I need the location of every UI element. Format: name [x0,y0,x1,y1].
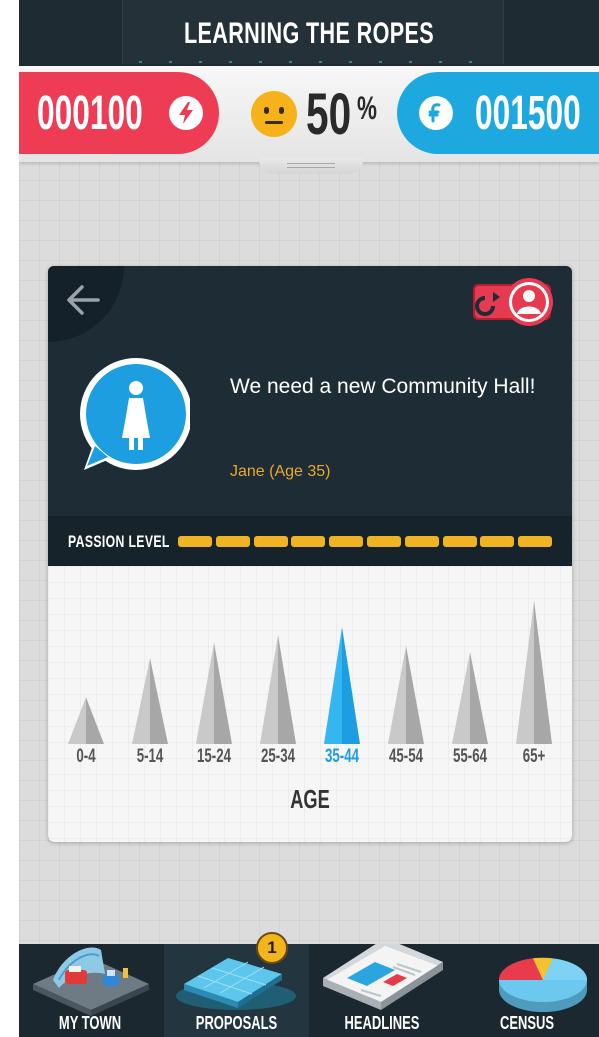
proposal-quote: We need a new Community Hall! [230,375,536,398]
passion-segment [215,536,250,547]
person-icon [80,358,192,483]
nav-headlines[interactable]: HEADLINES [311,938,453,1037]
nav-label-headlines: HEADLINES [344,1013,420,1033]
passion-segment [178,536,212,547]
proposal-card: We need a new Community Hall! Jane (Age … [48,266,572,842]
nav-label-my-town: MY TOWN [58,1013,122,1033]
happiness-value: 50 [306,82,352,147]
passion-segment [291,536,326,547]
stats-pull-tab[interactable] [259,158,363,174]
age-chart: 0-4 5-14 15-24 25-34 35-44 45-54 55-64 65+ AGE [48,566,572,842]
age-bar-55-64 [452,651,488,744]
age-tick-label: 15-24 [196,746,232,767]
newspaper-icon [311,938,453,1021]
passion-segment [404,536,439,547]
nav-label-census: CENSUS [499,1013,554,1033]
nav-proposals[interactable]: 1 PROPOSALS [164,932,309,1037]
passion-segment [329,536,364,547]
level-title: LEARNING THE ROPES [183,17,435,50]
title-bar: LEARNING THE ROPES [19,0,599,66]
age-tick-label: 0-4 [76,746,96,767]
age-axis-title: AGE [290,784,330,814]
passion-segment [253,536,288,547]
energy-value: 000100 [37,87,143,140]
swap-citizen-icon[interactable] [473,274,557,335]
energy-counter[interactable]: 000100 [19,72,219,154]
age-tick-label: 35-44 [324,746,360,767]
age-tick-label: 55-64 [452,746,488,767]
age-tick-label: 45-54 [388,746,424,767]
money-value: 001500 [475,87,581,140]
lightning-icon [169,96,203,130]
game-screen: LEARNING THE ROPES 000100 50 % 001500 We… [19,0,599,1037]
passion-label: PASSION LEVEL [68,532,170,551]
citizen-name: Jane (Age 35) [230,463,331,480]
age-bar-0-4 [68,697,104,744]
age-bar-15-24 [196,642,232,744]
town-icon [19,944,161,1021]
pie-chart-icon [455,944,599,1021]
neutral-face-icon [251,91,297,137]
age-tick-label: 25-34 [260,746,296,767]
title-divider [139,61,479,63]
nav-my-town[interactable]: MY TOWN [19,944,161,1037]
age-bar-25-34 [260,634,296,744]
happiness-unit: % [357,90,377,126]
money-counter[interactable]: 001500 [397,72,599,154]
age-bar-35-44 [324,627,360,744]
age-tick-label: 65+ [522,746,546,767]
proposals-count-badge: 1 [256,932,288,964]
nav-label-proposals: PROPOSALS [195,1013,278,1033]
back-arrow-icon[interactable] [64,282,104,323]
passion-segment [442,536,477,547]
passion-segment [518,536,553,547]
passion-segment [480,536,515,547]
passion-segment [367,536,401,547]
age-tick-label: 5-14 [136,746,164,767]
age-bar-45-54 [388,645,424,744]
proposals-icon [164,944,309,1021]
bottom-nav: MY TOWN 1 PROPOSALS HEADLINES CENSUS [19,932,599,1037]
age-bar-5-14 [132,658,168,744]
age-bar-65+ [516,600,552,744]
currency-icon [419,96,453,130]
nav-census[interactable]: CENSUS [455,944,599,1037]
